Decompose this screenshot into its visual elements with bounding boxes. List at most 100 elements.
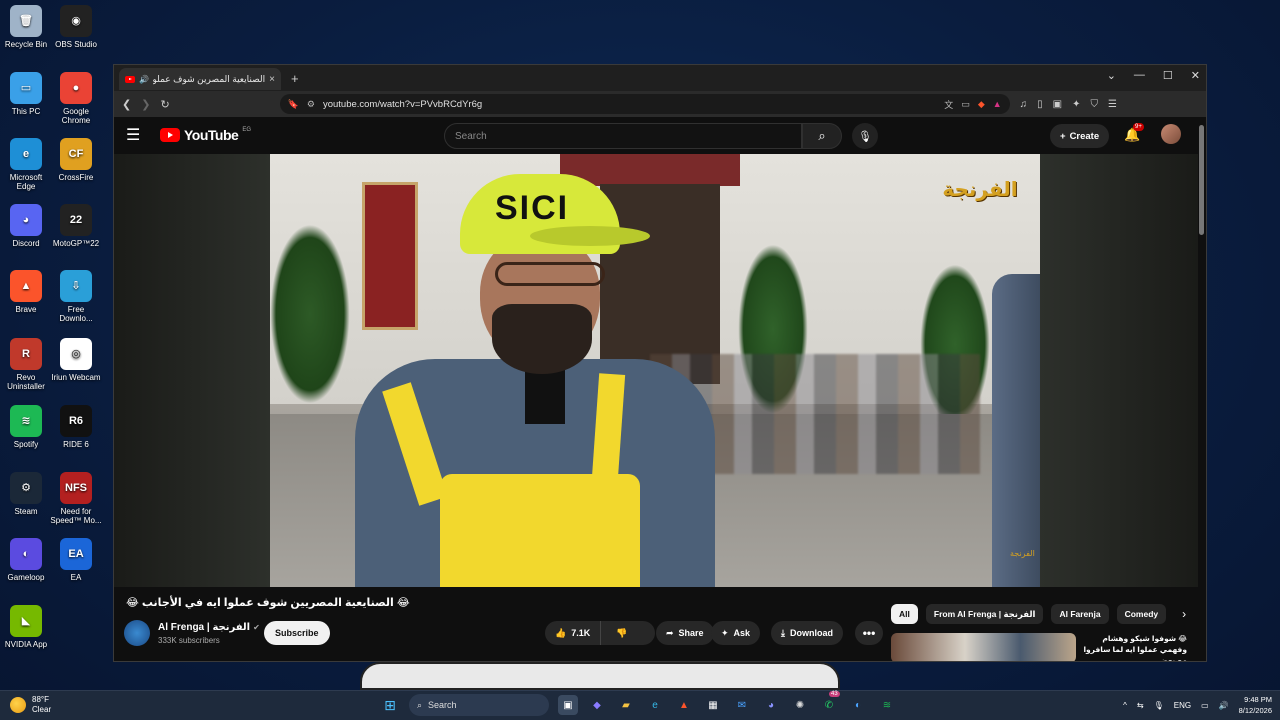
desktop-icon-spotify[interactable]: ≋ Spotify: [0, 405, 52, 449]
channel-avatar[interactable]: [124, 620, 150, 646]
address-bar[interactable]: 🔖 ⚙ youtube.com/watch?v=PVvbRCdYr6g 文 ▭ …: [279, 94, 1010, 114]
new-tab-button[interactable]: +: [291, 71, 299, 86]
wallet-icon[interactable]: ▣: [1053, 99, 1062, 110]
plus-icon: +: [1060, 130, 1066, 142]
desktop-icon-obs-studio[interactable]: ◉ OBS Studio: [50, 5, 102, 49]
discord-icon[interactable]: ◕: [761, 695, 781, 715]
recommended-video[interactable]: 😂 شوفوا شيكو وهشام وفهمي عملوا ايه لما س…: [891, 633, 1191, 661]
brave-rewards-icon[interactable]: ▲: [993, 99, 1002, 109]
chip-from-channel[interactable]: From Al Frenga | الفرنجة: [925, 604, 1044, 624]
desktop-icon-label: Google Chrome: [61, 107, 91, 125]
desktop-icon-google-chrome[interactable]: ● Google Chrome: [50, 72, 102, 125]
weather-widget[interactable]: 88°F Clear: [10, 695, 51, 715]
desktop-icon-crossfire[interactable]: CF CrossFire: [50, 138, 102, 182]
translate-icon[interactable]: 文: [944, 98, 953, 111]
desktop-icon-brave[interactable]: ▲ Brave: [0, 270, 52, 314]
sparkle-icon: ✦: [721, 627, 729, 638]
voice-search-button[interactable]: 🎙: [852, 123, 878, 149]
mail-icon[interactable]: ✉: [732, 695, 752, 715]
site-info-icon[interactable]: ⚙: [307, 99, 315, 110]
desktop-icon-ea[interactable]: EA EA: [50, 538, 102, 582]
search-input[interactable]: Search: [444, 123, 802, 149]
minimize-button[interactable]: —: [1134, 69, 1145, 82]
guide-menu-icon[interactable]: ☰: [126, 125, 150, 145]
sidebar-icon[interactable]: ▯: [1037, 99, 1043, 110]
chip-al-farenja[interactable]: Al Farenja: [1051, 604, 1109, 624]
edge-icon[interactable]: e: [645, 695, 665, 715]
chatgpt-icon[interactable]: ✺: [790, 695, 810, 715]
task-view-icon[interactable]: ▣: [558, 695, 578, 715]
desktop-icon-steam[interactable]: ⚙ Steam: [0, 472, 52, 516]
chip-all[interactable]: All: [891, 604, 918, 624]
desktop-icon-need-for-speed[interactable]: NFS Need for Speed™ Mo...: [50, 472, 102, 525]
thumbs-up-icon: 👍: [555, 627, 567, 638]
account-avatar[interactable]: [1161, 124, 1181, 144]
more-actions-button[interactable]: •••: [855, 621, 883, 645]
desktop-icon-nvidia-app[interactable]: ◣ NVIDIA App: [0, 605, 52, 649]
cast-icon[interactable]: ▭: [961, 99, 970, 110]
dislike-button[interactable]: 👎: [606, 621, 637, 645]
display-icon[interactable]: ▭: [1201, 701, 1209, 710]
tab-search-dropdown-icon[interactable]: ⌄: [1107, 69, 1116, 82]
download-button[interactable]: ⤓ Download: [771, 621, 843, 645]
back-icon[interactable]: ❮: [122, 98, 131, 111]
desktop-icon-discord[interactable]: ◕ Discord: [0, 204, 52, 248]
network-icon[interactable]: ⇆: [1137, 701, 1144, 710]
language-indicator[interactable]: ENG: [1174, 701, 1191, 710]
channel-name[interactable]: Al Frenga | الفرنجة ✔: [158, 622, 260, 633]
media-icon[interactable]: ♫: [1020, 99, 1028, 110]
share-button[interactable]: ➦ Share: [656, 621, 714, 645]
notifications-button[interactable]: 🔔 9+: [1124, 123, 1144, 143]
vpn-icon[interactable]: ⛉: [1091, 99, 1099, 110]
gameloop-icon[interactable]: ◐: [848, 695, 868, 715]
youtube-logo[interactable]: YouTube EG: [160, 127, 251, 143]
desktop-icon-gameloop[interactable]: ◐ Gameloop: [0, 538, 52, 582]
desktop-icon-revo-uninstaller[interactable]: R Revo Uninstaller: [0, 338, 52, 391]
file-explorer-icon[interactable]: ▰: [616, 695, 636, 715]
brave-shields-icon[interactable]: ◆: [978, 99, 985, 110]
desktop-icon-motogp22[interactable]: 22 MotoGP™22: [50, 204, 102, 248]
bookmark-icon[interactable]: 🔖: [288, 99, 299, 110]
chevron-right-icon[interactable]: ›: [1182, 607, 1186, 621]
video-player[interactable]: SICI الفرنجة الفرنجة: [270, 154, 1040, 587]
like-button[interactable]: 👍 7.1K: [545, 621, 602, 645]
taskbar-search[interactable]: ⌕ Search: [409, 694, 549, 716]
desktop-icon-recycle-bin[interactable]: 🗑 Recycle Bin: [0, 5, 52, 49]
desktop-icon-microsoft-edge[interactable]: e Microsoft Edge: [0, 138, 52, 191]
whatsapp-badge: 43: [829, 691, 840, 697]
desktop-icon-this-pc[interactable]: ▭ This PC: [0, 72, 52, 116]
clock[interactable]: 9:48 PM 8/12/2026: [1239, 694, 1272, 716]
menu-icon[interactable]: ☰: [1108, 99, 1117, 110]
reload-icon[interactable]: ↻: [160, 98, 169, 111]
close-window-button[interactable]: ✕: [1191, 69, 1200, 82]
create-button[interactable]: + Create: [1050, 124, 1110, 148]
brave-icon[interactable]: ▲: [674, 695, 694, 715]
recommended-title[interactable]: 😂 شوفوا شيكو وهشام وفهمي عملوا ايه لما س…: [1081, 633, 1187, 661]
desktop-icon-free-download-manager[interactable]: ⇩ Free Downlo...: [50, 270, 102, 323]
maximize-button[interactable]: ☐: [1163, 69, 1173, 82]
desktop-icon-ride6[interactable]: R6 RIDE 6: [50, 405, 102, 449]
volume-icon[interactable]: 🔊: [1219, 701, 1229, 710]
ask-button[interactable]: ✦ Ask: [711, 621, 761, 645]
spotify-icon[interactable]: ≋: [877, 695, 897, 715]
windows-start-icon[interactable]: ⊞: [380, 695, 400, 715]
extensions-icon[interactable]: ✦: [1072, 99, 1080, 110]
recommended-thumbnail[interactable]: [891, 633, 1076, 661]
copilot-icon[interactable]: ◆: [587, 695, 607, 715]
microphone-icon[interactable]: 🎙: [1154, 701, 1164, 710]
search-placeholder: Search: [455, 130, 487, 142]
browser-tab[interactable]: 🔊 الصنايعية المصرين شوف عملوا ايه في الأ…: [119, 68, 281, 90]
search-button[interactable]: ⌕: [802, 123, 842, 149]
store-icon[interactable]: ▦: [703, 695, 723, 715]
tab-close-icon[interactable]: ×: [269, 74, 275, 85]
microsoft-edge-icon: e: [10, 138, 42, 170]
chip-comedy[interactable]: Comedy: [1116, 604, 1167, 624]
desktop-icon-label: Revo Uninstaller: [7, 373, 45, 391]
forward-icon[interactable]: ❯: [141, 98, 150, 111]
page-scrollbar[interactable]: [1199, 125, 1204, 235]
subscribe-button[interactable]: Subscribe: [264, 621, 330, 645]
url-text[interactable]: youtube.com/watch?v=PVvbRCdYr6g: [323, 99, 936, 110]
chevron-up-icon[interactable]: ^: [1123, 701, 1127, 710]
desktop-icon-iriun-webcam[interactable]: ◎ Iriun Webcam: [50, 338, 102, 382]
whatsapp-icon[interactable]: ✆ 43: [819, 691, 840, 715]
